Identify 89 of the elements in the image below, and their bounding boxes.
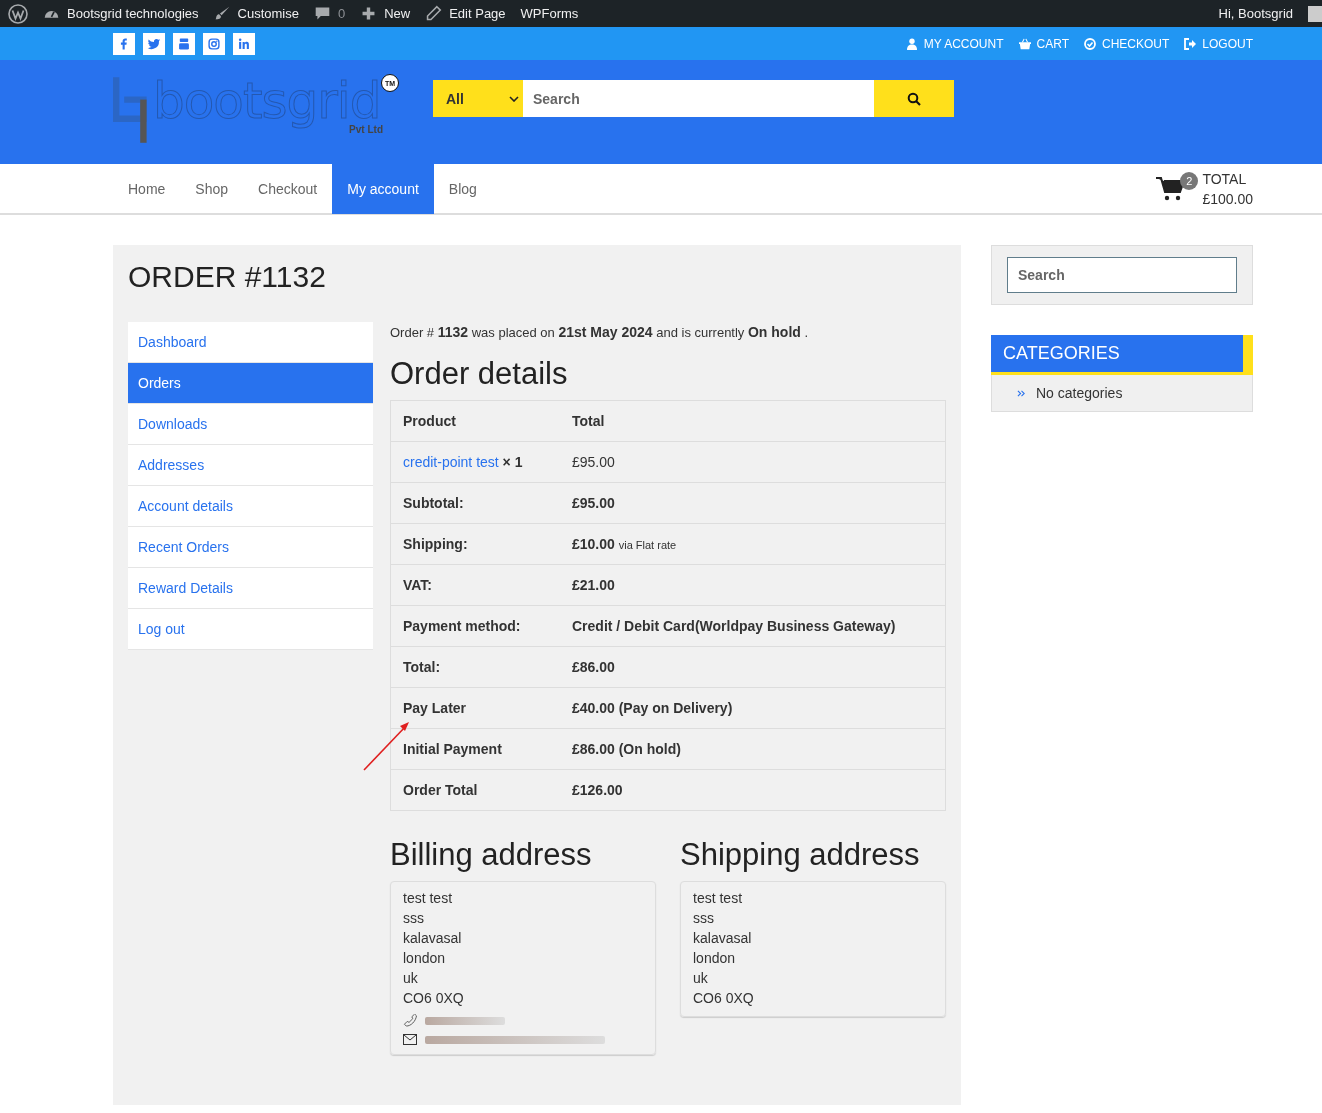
section-heading: Order details — [390, 356, 569, 392]
order-status-text: Order # 1132 was placed on 21st May 2024 and is currently On hold . — [390, 324, 810, 340]
account-menu-item[interactable]: Addresses — [128, 445, 373, 486]
widget-title: CATEGORIES — [991, 335, 1253, 375]
envelope-icon — [403, 1033, 417, 1046]
address-line: uk — [403, 969, 419, 988]
account-menu-item[interactable]: Orders — [128, 363, 373, 404]
cart-count-badge: 2 — [1180, 172, 1199, 190]
address-line: CO6 0XQ — [693, 989, 755, 1008]
double-chevron-icon — [1017, 388, 1026, 398]
category-item: No categories — [1036, 385, 1123, 401]
category-dropdown[interactable]: All — [433, 80, 523, 117]
address-line: kalavasal — [403, 929, 463, 948]
wordpress-logo-icon[interactable] — [8, 3, 28, 24]
nav-menu-item[interactable]: Home — [113, 164, 181, 214]
nav-menu-item[interactable]: Shop — [180, 164, 244, 214]
row-value: £86.00 — [571, 659, 615, 675]
top-bar-link[interactable]: CHECKOUT — [1084, 36, 1170, 51]
page-title: ORDER #1132 — [128, 260, 327, 294]
account-menu-item[interactable]: Downloads — [128, 404, 373, 445]
nav-menu-item[interactable]: Checkout — [243, 164, 333, 214]
row-label: Subtotal: — [402, 495, 465, 511]
row-value: £40.00 (Pay on Delivery) — [571, 700, 733, 716]
row-value: £86.00 (On hold) — [571, 741, 681, 757]
address-line: sss — [693, 909, 715, 928]
avatar-icon[interactable] — [1308, 5, 1322, 22]
basket-icon — [1018, 37, 1031, 50]
greeting-link[interactable]: Hi, Bootsgrid — [1218, 6, 1293, 21]
row-label: VAT: — [402, 577, 434, 593]
address-line: kalavasal — [693, 929, 753, 948]
search-field[interactable]: Search — [1007, 257, 1237, 293]
pencil-icon — [425, 5, 443, 22]
instagram-icon[interactable] — [203, 32, 225, 55]
row-value: £21.00 — [571, 577, 615, 593]
admin-bar-link[interactable]: 0 — [313, 5, 346, 22]
sign-out-icon — [1184, 37, 1197, 50]
top-bar-link[interactable]: MY ACCOUNT — [905, 36, 1004, 51]
shipping-method-note: via Flat rate — [618, 539, 677, 551]
twitter-icon[interactable] — [143, 32, 165, 55]
product-link[interactable]: credit-point test — [403, 454, 499, 470]
account-menu-item[interactable]: Recent Orders — [128, 527, 373, 568]
speech-bubble-icon — [313, 5, 331, 22]
admin-bar-link[interactable]: WPForms — [520, 6, 579, 21]
linkedin-icon[interactable] — [233, 32, 255, 55]
facebook-icon[interactable] — [113, 32, 135, 55]
address-line: test test — [403, 889, 454, 908]
address-line: test test — [693, 889, 744, 908]
row-value: Credit / Debit Card(Worldpay Business Gateway) — [571, 618, 896, 634]
row-label: Shipping: — [402, 536, 469, 552]
column-header: Product — [402, 413, 457, 429]
account-menu-item[interactable]: Reward Details — [128, 568, 373, 609]
admin-bar-link[interactable]: Customise — [213, 5, 299, 22]
address-line: sss — [403, 909, 425, 928]
account-menu-item[interactable]: Log out — [128, 609, 373, 650]
row-value: £95.00 — [571, 495, 615, 511]
check-circle-icon — [1084, 37, 1096, 50]
table-cell-text: £95.00 — [571, 454, 615, 470]
address-line: uk — [693, 969, 709, 988]
row-label: Pay Later — [402, 700, 468, 716]
section-heading: Billing address — [390, 837, 593, 873]
cart-total-label: TOTAL — [1202, 169, 1248, 189]
search-icon — [907, 91, 921, 106]
cart-total-amount: £100.00 — [1202, 189, 1253, 209]
search-field[interactable]: Search — [523, 80, 874, 117]
phone-icon — [403, 1014, 417, 1027]
admin-bar-link[interactable]: Edit Page — [425, 5, 506, 22]
address-line: london — [693, 949, 737, 968]
address-line: london — [403, 949, 447, 968]
row-label: Initial Payment — [402, 741, 503, 757]
top-bar-link[interactable]: LOGOUT — [1184, 36, 1253, 51]
admin-bar-link[interactable]: New — [360, 5, 411, 22]
section-heading: Shipping address — [680, 837, 921, 873]
nav-menu-item[interactable]: My account — [332, 164, 434, 214]
row-value: £10.00 — [572, 536, 615, 552]
paintbrush-icon — [213, 5, 231, 22]
row-label: Payment method: — [402, 618, 522, 634]
nav-menu-item[interactable]: Blog — [433, 164, 492, 214]
quantity-text: × 1 — [502, 454, 523, 470]
row-label: Total: — [402, 659, 442, 675]
address-line: CO6 0XQ — [403, 989, 465, 1008]
top-bar-link[interactable]: CART — [1018, 36, 1069, 51]
search-button[interactable] — [874, 80, 954, 117]
column-header: Total — [571, 413, 605, 429]
row-label: Order Total — [402, 782, 479, 798]
account-menu-item[interactable]: Account details — [128, 486, 373, 527]
user-icon — [905, 37, 918, 50]
site-name-link[interactable]: Bootsgrid technologies — [43, 5, 199, 22]
row-value: £126.00 — [571, 782, 623, 798]
chevron-down-icon — [509, 95, 519, 102]
